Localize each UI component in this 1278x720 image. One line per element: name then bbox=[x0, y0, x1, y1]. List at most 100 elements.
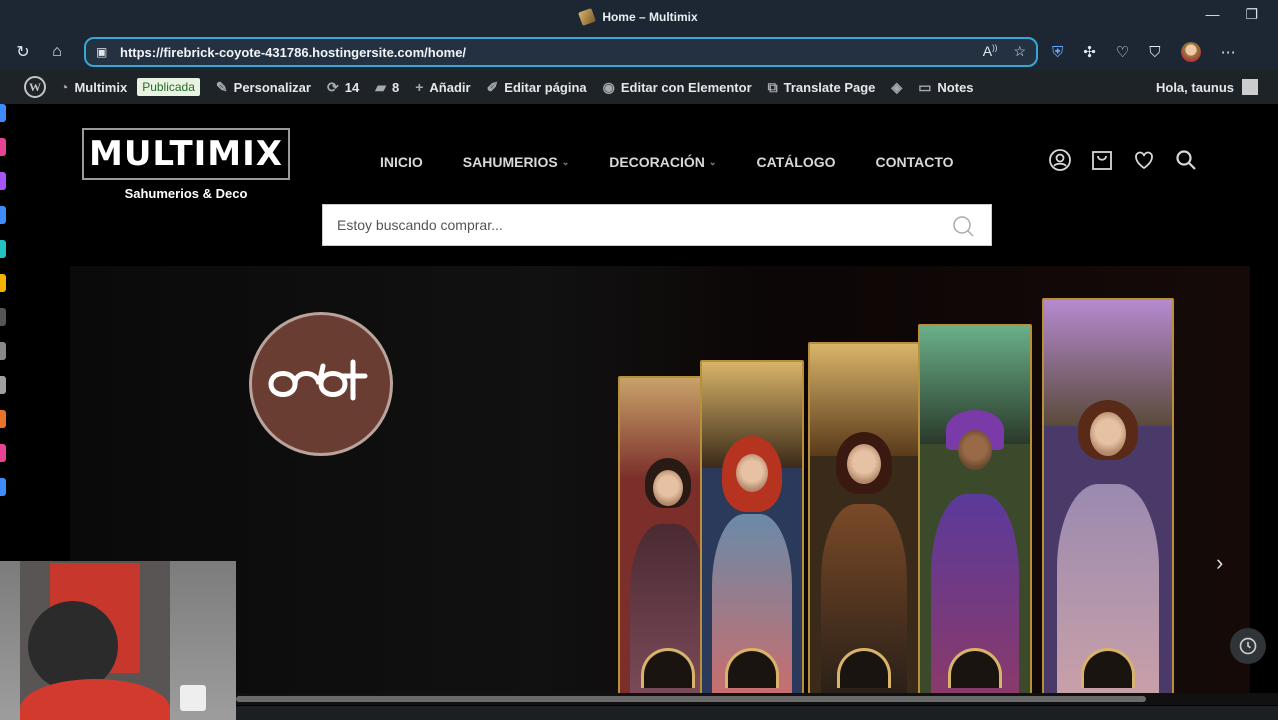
restore-icon[interactable]: ❐ bbox=[1245, 6, 1258, 23]
menu-label: INICIO bbox=[380, 154, 423, 170]
webcam-overlay bbox=[0, 561, 236, 720]
product-box bbox=[1042, 298, 1174, 696]
history-clock-icon[interactable] bbox=[1230, 628, 1266, 664]
wp-notes[interactable]: ▭ Notes bbox=[918, 79, 973, 96]
favorite-star-icon[interactable]: ☆ bbox=[1013, 43, 1026, 60]
menu-item-inicio[interactable]: INICIO bbox=[380, 154, 423, 170]
user-icon[interactable] bbox=[1048, 148, 1072, 172]
side-tab[interactable] bbox=[0, 410, 6, 428]
menu-label: CATÁLOGO bbox=[756, 154, 836, 170]
os-taskbar bbox=[236, 706, 1278, 720]
menu-item-sahumerios[interactable]: SAHUMERIOS ⌄ bbox=[463, 154, 569, 170]
product-search bbox=[322, 204, 992, 246]
side-tab[interactable] bbox=[0, 138, 6, 156]
side-tab[interactable] bbox=[0, 206, 6, 224]
wp-customize[interactable]: ✎ Personalizar bbox=[216, 79, 311, 96]
wp-notes-label: Notes bbox=[937, 79, 974, 95]
header-icons bbox=[1048, 148, 1198, 172]
slider-next-arrow[interactable]: › bbox=[1216, 550, 1223, 576]
scrollbar-thumb[interactable] bbox=[236, 696, 1146, 702]
wp-updates[interactable]: ⟳ 14 bbox=[327, 79, 359, 96]
side-tab[interactable] bbox=[0, 342, 6, 360]
window-controls: — ❐ bbox=[1205, 6, 1258, 23]
reload-icon[interactable]: ↻ bbox=[12, 41, 34, 63]
wp-site-name[interactable]: ◔ Multimix Publicada bbox=[60, 78, 200, 96]
menu-label: DECORACIÓN bbox=[609, 154, 705, 170]
wp-translate-page[interactable]: ⧉ Translate Page bbox=[768, 79, 876, 96]
logo-wordmark: MULTIMIX bbox=[82, 128, 290, 180]
menu-item-contacto[interactable]: CONTACTO bbox=[876, 154, 954, 170]
wp-comments[interactable]: ▰ 8 bbox=[375, 79, 399, 96]
side-tab[interactable] bbox=[0, 104, 6, 122]
read-aloud-icon[interactable]: A)) bbox=[983, 43, 998, 60]
wp-comments-count: 8 bbox=[391, 79, 400, 95]
wp-diamond[interactable]: ◈ bbox=[891, 79, 902, 96]
brush-icon: ✎ bbox=[215, 78, 228, 95]
heart-icon[interactable] bbox=[1132, 148, 1156, 172]
horizontal-scrollbar[interactable] bbox=[236, 693, 1278, 705]
notes-icon: ▭ bbox=[918, 78, 932, 95]
more-menu-icon[interactable]: ⋯ bbox=[1221, 43, 1236, 61]
site-favicon-icon bbox=[578, 8, 597, 26]
brand-mark-logo bbox=[249, 312, 393, 456]
extensions-area: ⛨ ✣ ♡ ⛉ ⋯ bbox=[1052, 42, 1236, 62]
comment-icon: ▰ bbox=[375, 78, 386, 95]
updates-icon: ⟳ bbox=[326, 78, 339, 95]
menu-item-catalogo[interactable]: CATÁLOGO bbox=[756, 154, 835, 170]
wp-edit-elementor[interactable]: ◉ Editar con Elementor bbox=[603, 79, 752, 96]
browser-toolbar: ↻ ⌂ ▣ https://firebrick-coyote-431786.ho… bbox=[0, 34, 1278, 70]
logo-tagline: Sahumerios & Deco bbox=[124, 186, 248, 201]
search-submit-icon[interactable] bbox=[951, 214, 975, 243]
search-input[interactable] bbox=[323, 205, 923, 245]
extension-shield-icon[interactable]: ⛨ bbox=[1052, 44, 1063, 61]
wp-edit-page[interactable]: ✐ Editar página bbox=[487, 79, 587, 96]
extension-puzzle-icon[interactable]: ✣ bbox=[1083, 43, 1096, 61]
menu-label: SAHUMERIOS bbox=[462, 154, 558, 170]
wp-customize-label: Personalizar bbox=[233, 79, 311, 95]
status-badge: Publicada bbox=[137, 78, 200, 96]
product-box bbox=[700, 360, 804, 696]
menu-item-decoracion[interactable]: DECORACIÓN ⌄ bbox=[609, 154, 716, 170]
pencil-icon: ✐ bbox=[486, 78, 499, 95]
site-logo[interactable]: MULTIMIX Sahumerios & Deco bbox=[82, 128, 290, 201]
side-tab[interactable] bbox=[0, 240, 6, 258]
wp-edit-elementor-label: Editar con Elementor bbox=[620, 79, 752, 95]
browser-essentials-icon[interactable]: ⛉ bbox=[1149, 44, 1160, 61]
search-icon[interactable] bbox=[1174, 148, 1198, 172]
site-info-icon[interactable]: ▣ bbox=[96, 45, 112, 59]
url-text[interactable]: https://firebrick-coyote-431786.hostinge… bbox=[120, 45, 466, 60]
wp-add-new-label: Añadir bbox=[429, 79, 471, 95]
wordpress-logo-icon[interactable]: W bbox=[24, 76, 46, 98]
product-box bbox=[918, 324, 1032, 696]
diamond-icon: ◈ bbox=[891, 78, 903, 95]
side-tab[interactable] bbox=[0, 172, 6, 190]
wp-edit-page-label: Editar página bbox=[504, 79, 587, 95]
wp-site-name-label: Multimix bbox=[74, 79, 128, 95]
window-title-text: Home – Multimix bbox=[602, 10, 698, 24]
browser-title-bar: Home – Multimix — ❐ bbox=[0, 0, 1278, 34]
chevron-down-icon: ⌄ bbox=[708, 156, 717, 167]
extension-health-icon[interactable]: ♡ bbox=[1116, 43, 1129, 61]
profile-avatar[interactable] bbox=[1180, 42, 1201, 62]
wp-translate-label: Translate Page bbox=[783, 79, 876, 95]
side-tab[interactable] bbox=[0, 274, 6, 292]
plus-icon: + bbox=[415, 79, 424, 95]
side-tab[interactable] bbox=[0, 376, 6, 394]
address-bar[interactable]: ▣ https://firebrick-coyote-431786.hostin… bbox=[84, 37, 1038, 67]
wp-admin-bar: W ◔ Multimix Publicada ✎ Personalizar ⟳ … bbox=[0, 70, 1278, 104]
chevron-down-icon: ⌄ bbox=[561, 156, 570, 167]
home-icon[interactable]: ⌂ bbox=[46, 41, 68, 63]
side-tab[interactable] bbox=[0, 444, 6, 462]
minimize-icon[interactable]: — bbox=[1205, 6, 1219, 23]
cart-icon[interactable] bbox=[1090, 148, 1114, 172]
wp-account[interactable]: Hola, taunus bbox=[1156, 79, 1258, 95]
product-box bbox=[808, 342, 920, 696]
left-tab-strip bbox=[0, 104, 8, 564]
hero-slider[interactable] bbox=[70, 266, 1250, 696]
product-boxes-image bbox=[618, 294, 1250, 696]
side-tab[interactable] bbox=[0, 478, 6, 496]
wp-greeting: Hola, taunus bbox=[1155, 79, 1234, 95]
side-tab[interactable] bbox=[0, 308, 6, 326]
main-menu: INICIO SAHUMERIOS ⌄ DECORACIÓN ⌄ CATÁLOGO … bbox=[380, 154, 994, 170]
wp-add-new[interactable]: + Añadir bbox=[415, 79, 470, 95]
